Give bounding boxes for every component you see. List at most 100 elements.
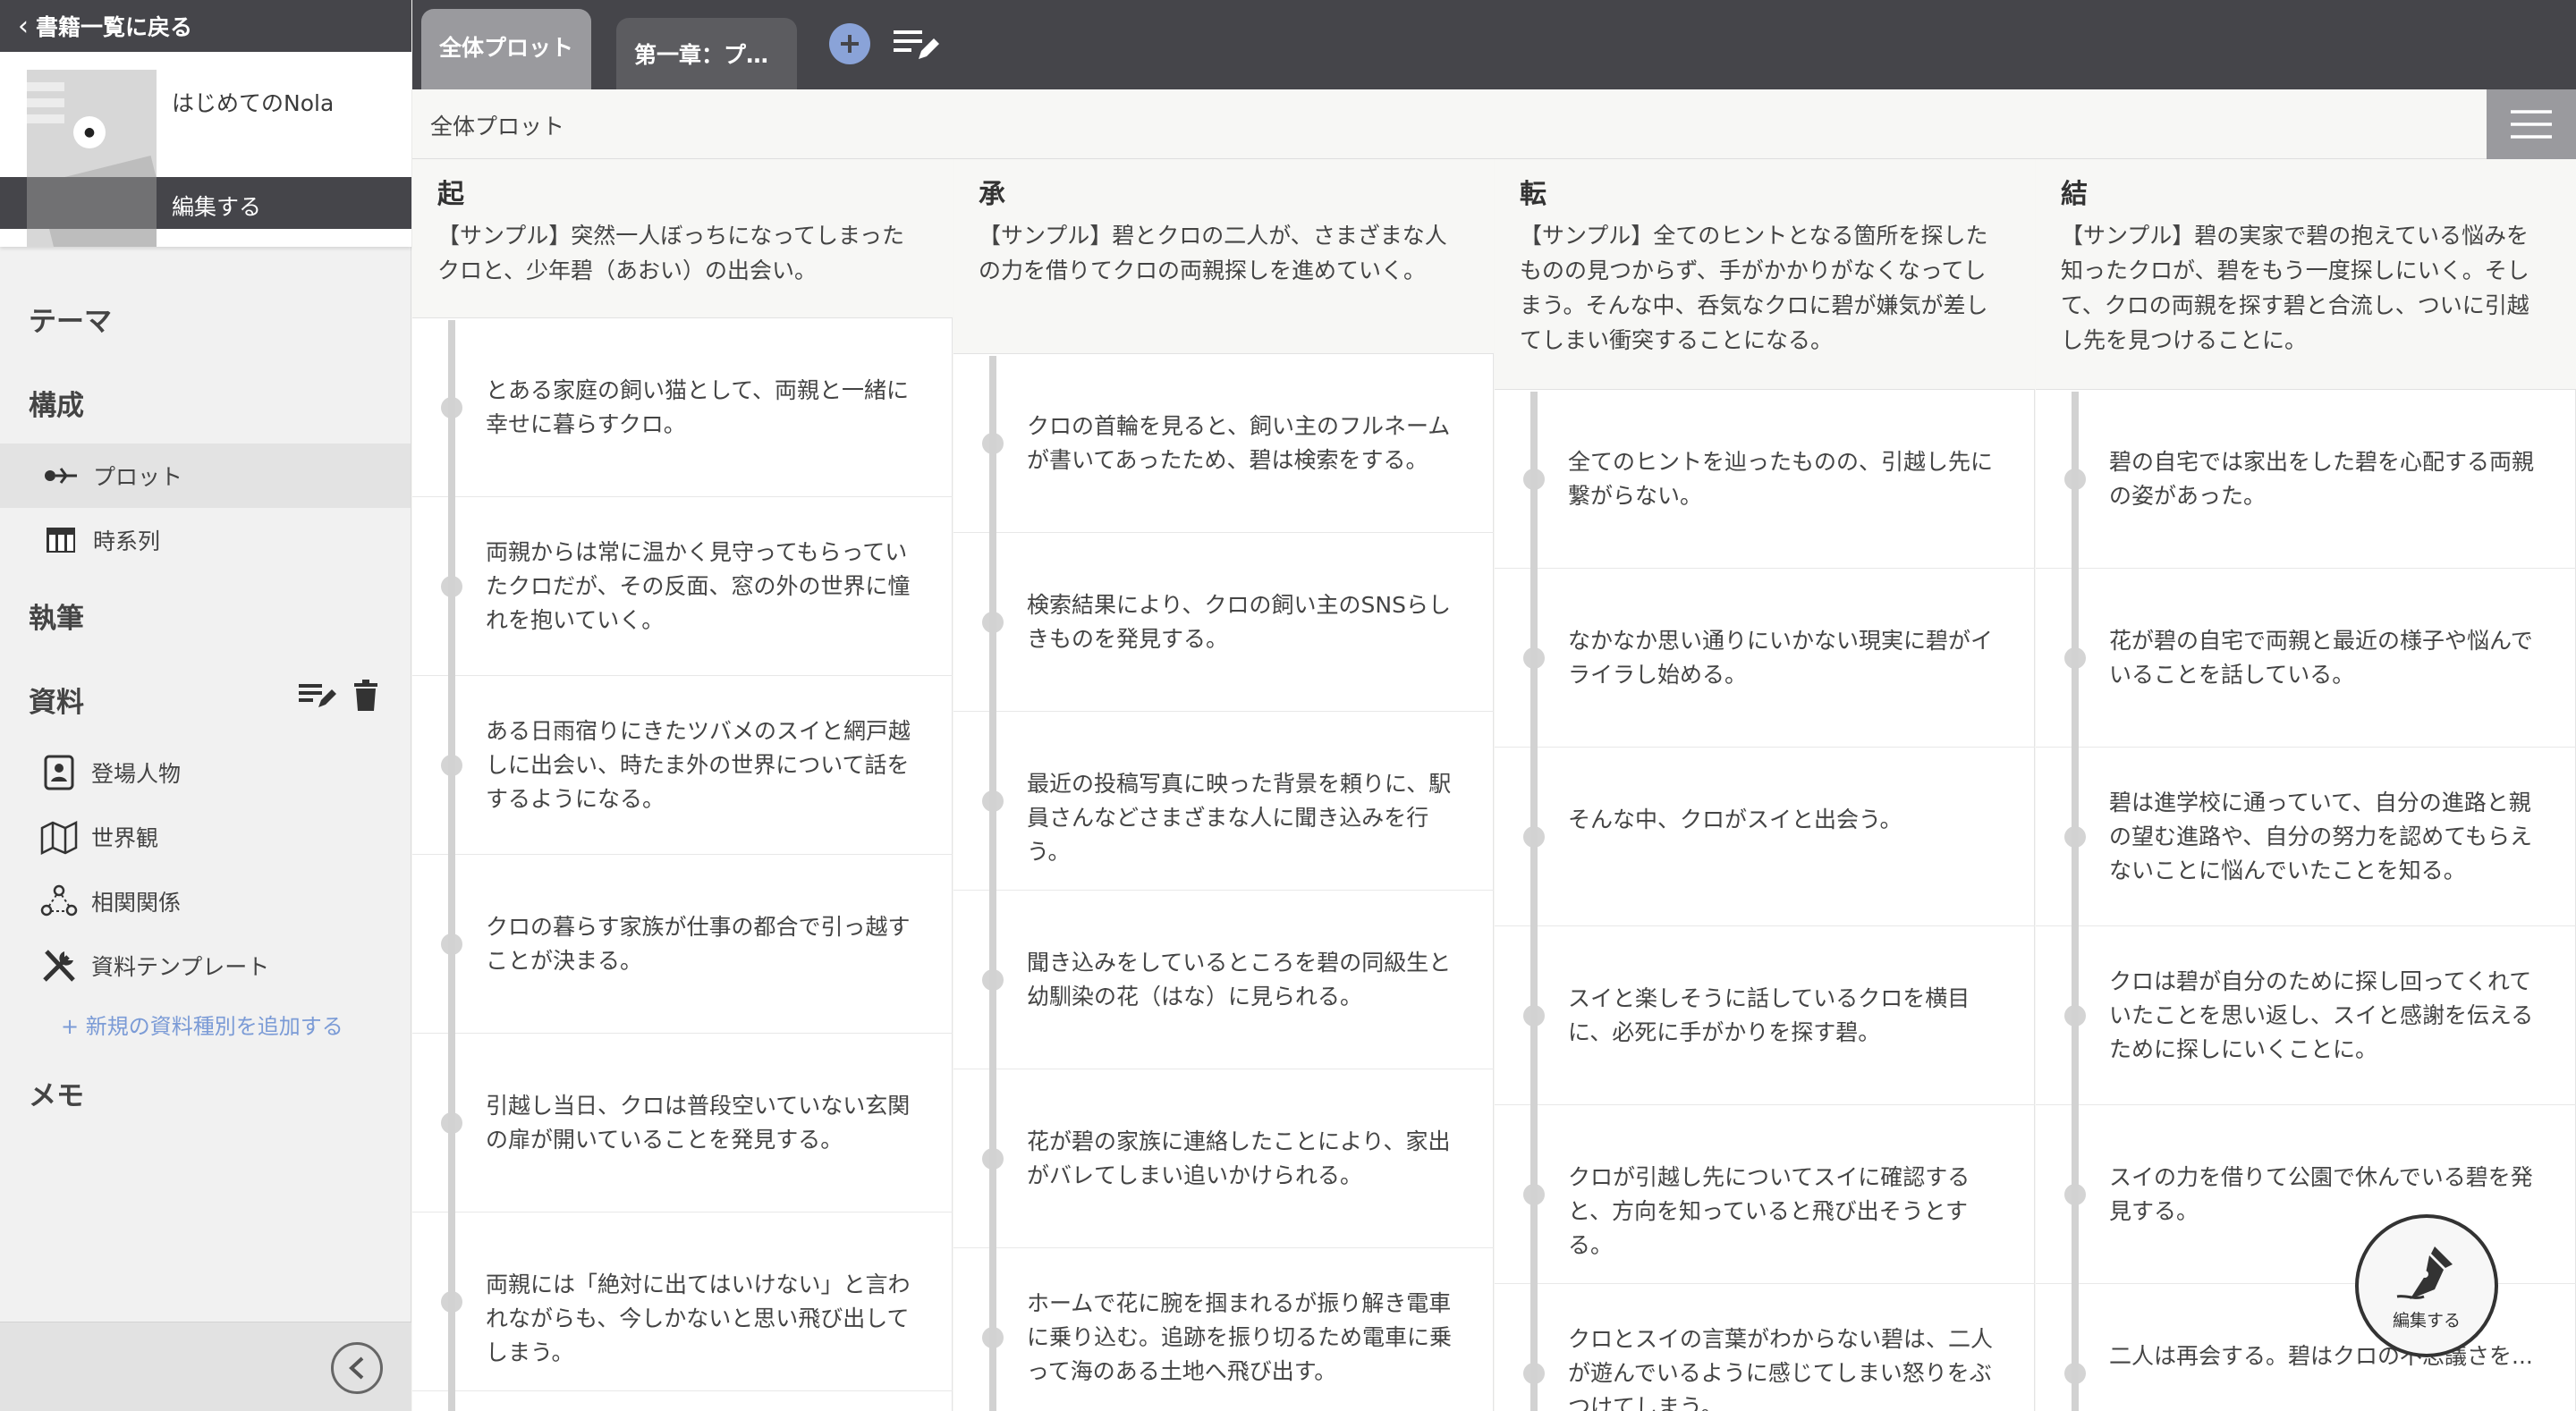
plot-card[interactable]: クロは碧が自分のために探し回ってくれていたことを思い返し、スイと感謝を伝えるため…	[2036, 926, 2576, 1105]
sidebar-item-timeline[interactable]: 時系列	[0, 508, 411, 572]
plot-card-text: 全てのヒントを辿ったものの、引越し先に繋がらない。	[1568, 449, 1994, 509]
section-theme[interactable]: テーマ	[29, 299, 112, 339]
plot-card-text: ある日雨宿りにきたツバメのスイと網戸越しに出会い、時たま外の世界について話をする…	[486, 718, 911, 812]
back-label: 書籍一覧に戻る	[36, 14, 193, 40]
plot-column-header[interactable]: 転【サンプル】全てのヒントとなる箇所を探したものの見つからず、手がかかりがなくな…	[1495, 159, 2035, 390]
edit-list-icon[interactable]	[297, 680, 336, 714]
column-summary: 【サンプル】突然一人ぼっちになってしまったクロと、少年碧（あおい）の出会い。	[437, 223, 905, 283]
plot-card[interactable]: とある家庭の飼い猫として、両親と一緒に幸せに暮らすクロ。	[412, 318, 953, 497]
plot-card[interactable]: 両親からは常に温かく見守ってもらっていたクロだが、その反面、窓の外の世界に憧れを…	[412, 497, 953, 676]
section-structure[interactable]: 構成	[29, 383, 84, 423]
plot-card-text: 碧は進学校に通っていて、自分の進路と親の望む進路や、自分の努力を認めてもらえない…	[2109, 790, 2533, 883]
floating-edit-button[interactable]: 編集する	[2355, 1214, 2498, 1357]
plot-card-text: 最近の投稿写真に映った背景を頼りに、駅員さんなどさまざまな人に聞き込みを行う。	[1027, 771, 1452, 865]
trash-icon[interactable]	[352, 680, 379, 715]
plot-card-text: 花が碧の自宅で両親と最近の様子や悩んでいることを話している。	[2109, 628, 2533, 688]
plot-tab-bar: 全体プロット 第一章：プロット	[412, 0, 2576, 89]
tab-label: 第一章：プロット	[634, 42, 784, 68]
sidebar-item-relationship[interactable]: 相関関係	[0, 869, 411, 934]
column-label: 承	[979, 179, 1005, 210]
plot-card-text: クロの暮らす家族が仕事の都合で引っ越すことが決まる。	[486, 914, 911, 974]
tab-overall-plot[interactable]: 全体プロット	[421, 9, 591, 89]
plot-column-header[interactable]: 結【サンプル】碧の実家で碧の抱えている悩みを知ったクロが、碧をもう一度探しにいく…	[2036, 159, 2576, 390]
plot-card[interactable]: 両親には「絶対に出てはいけない」と言われながらも、今しかないと思い飛び出してしま…	[412, 1212, 953, 1391]
character-icon	[38, 755, 80, 790]
sidebar-item-label: 資料テンプレート	[91, 954, 270, 980]
plot-column: 承【サンプル】碧とクロの二人が、さまざまな人の力を借りてクロの両親探しを進めてい…	[953, 159, 1494, 1411]
edit-tabs-button[interactable]	[892, 27, 940, 66]
plot-card[interactable]: スイと楽しそうに話しているクロを横目に、必死に手がかりを探す碧。	[1495, 926, 2035, 1105]
section-writing[interactable]: 執筆	[29, 596, 84, 636]
section-materials[interactable]: 資料	[29, 680, 84, 720]
plot-card-text: 両親には「絶対に出てはいけない」と言われながらも、今しかないと思い飛び出してしま…	[486, 1272, 911, 1365]
plot-card-text: クロとスイの言葉がわからない碧は、二人が遊んでいるように感じてしまい怒りをぶつけ…	[1568, 1326, 1994, 1411]
book-card[interactable]: ● はじめてのNola 編集する	[0, 52, 411, 247]
plot-icon	[39, 462, 82, 489]
sidebar: ‹ 書籍一覧に戻る ● はじめてのNola 編集する テーマ 構成 プロット 時…	[0, 0, 411, 1411]
book-edit-label: 編集する	[172, 194, 262, 220]
plot-column-header[interactable]: 承【サンプル】碧とクロの二人が、さまざまな人の力を借りてクロの両親探しを進めてい…	[953, 159, 1494, 354]
timeline-line	[989, 356, 996, 1411]
edit-list-icon	[894, 30, 939, 59]
cat-icon: ●	[73, 116, 106, 148]
plot-card-text: とある家庭の飼い猫として、両親と一緒に幸せに暮らすクロ。	[486, 377, 910, 437]
plot-card[interactable]: クロとスイの言葉がわからない碧は、二人が遊んでいるように感じてしまい怒りをぶつけ…	[1495, 1284, 2035, 1411]
plot-column: 転【サンプル】全てのヒントとなる箇所を探したものの見つからず、手がかかりがなくな…	[1495, 159, 2035, 1411]
plot-card[interactable]: 花が碧の自宅で両親と最近の様子や悩んでいることを話している。	[2036, 569, 2576, 748]
plot-board: 起【サンプル】突然一人ぼっちになってしまったクロと、少年碧（あおい）の出会い。と…	[412, 159, 2576, 1411]
tab-chapter-1-plot[interactable]: 第一章：プロット	[616, 18, 797, 89]
plot-title: 全体プロット	[430, 114, 565, 139]
plot-card[interactable]: 碧の自宅では家出をした碧を心配する両親の姿があった。	[2036, 390, 2576, 569]
sidebar-item-world[interactable]: 世界観	[0, 805, 411, 869]
plot-card[interactable]: 引越し当日、クロは普段空いていない玄関の扉が開いていることを発見する。	[412, 1034, 953, 1212]
plot-card[interactable]: 全てのヒントを辿ったものの、引越し先に繋がらない。	[1495, 390, 2035, 569]
sidebar-item-characters[interactable]: 登場人物	[0, 740, 411, 805]
plot-card[interactable]: クロの暮らす家族が仕事の都合で引っ越すことが決まる。	[412, 855, 953, 1034]
plot-card[interactable]: スイの力を借りて公園で休んでいる碧を発見する。	[2036, 1105, 2576, 1284]
plot-column-header[interactable]: 起【サンプル】突然一人ぼっちになってしまったクロと、少年碧（あおい）の出会い。	[412, 159, 953, 318]
plot-card-text: 両親からは常に温かく見守ってもらっていたクロだが、その反面、窓の外の世界に憧れを…	[486, 539, 911, 633]
plot-card[interactable]: クロが引越し先についてスイに確認すると、方向を知っていると飛び出そうとする。	[1495, 1105, 2035, 1284]
plot-card[interactable]: 花が碧の家族に連絡したことにより、家出がバレてしまい追いかけられる。	[953, 1069, 1494, 1248]
section-memo[interactable]: メモ	[29, 1073, 84, 1113]
plot-card-text: なかなか思い通りにいかない現実に碧がイライラし始める。	[1568, 628, 1994, 688]
back-to-books-link[interactable]: ‹ 書籍一覧に戻る	[0, 0, 411, 52]
plot-card-text: スイと楽しそうに話しているクロを横目に、必死に手がかりを探す碧。	[1568, 985, 1970, 1045]
plus-icon	[841, 35, 859, 53]
material-tools	[297, 680, 379, 715]
timeline-line	[1530, 392, 1538, 1411]
plot-card-text: 二人は再会する。碧はクロの不思議さを...	[2109, 1343, 2533, 1369]
plot-card[interactable]: クロの首輪を見ると、飼い主のフルネームが書いてあったため、碧は検索をする。	[953, 354, 1494, 533]
sidebar-item-label: 時系列	[93, 528, 161, 554]
chevron-left-icon: ‹	[18, 10, 29, 42]
collapse-sidebar-button[interactable]	[331, 1342, 383, 1394]
plot-card[interactable]: そんな中、クロがスイと出会う。	[1495, 748, 2035, 926]
plot-card-text: クロの首輪を見ると、飼い主のフルネームが書いてあったため、碧は検索をする。	[1027, 413, 1451, 473]
plot-column: 起【サンプル】突然一人ぼっちになってしまったクロと、少年碧（あおい）の出会い。と…	[412, 159, 953, 1411]
tools-icon	[38, 948, 80, 984]
column-label: 結	[2061, 179, 2088, 210]
sidebar-item-template[interactable]: 資料テンプレート	[0, 934, 411, 998]
plot-card[interactable]: ホームで花に腕を掴まれるが振り解き電車に乗り込む。追跡を振り切るため電車に乗って…	[953, 1248, 1494, 1411]
menu-button[interactable]	[2487, 89, 2576, 159]
sidebar-item-plot[interactable]: プロット	[0, 444, 411, 508]
relationship-icon	[38, 883, 80, 919]
add-plot-button[interactable]	[829, 23, 870, 64]
tab-label: 全体プロット	[439, 35, 574, 61]
plot-card-text: そんな中、クロがスイと出会う。	[1568, 807, 1902, 832]
plot-card-text: スイの力を借りて公園で休んでいる碧を発見する。	[2109, 1164, 2533, 1224]
plot-card[interactable]: ある日雨宿りにきたツバメのスイと網戸越しに出会い、時たま外の世界について話をする…	[412, 676, 953, 855]
column-summary: 【サンプル】碧とクロの二人が、さまざまな人の力を借りてクロの両親探しを進めていく…	[979, 223, 1447, 283]
plot-card[interactable]: なかなか思い通りにいかない現実に碧がイライラし始める。	[1495, 569, 2035, 748]
plot-card[interactable]: 検索結果により、クロの飼い主のSNSらしきものを発見する。	[953, 533, 1494, 712]
plot-card-text: 聞き込みをしているところを碧の同級生と幼馴染の花（はな）に見られる。	[1027, 950, 1452, 1010]
plot-card[interactable]: 聞き込みをしているところを碧の同級生と幼馴染の花（はな）に見られる。	[953, 891, 1494, 1069]
plot-card[interactable]: 碧は進学校に通っていて、自分の進路と親の望む進路や、自分の努力を認めてもらえない…	[2036, 748, 2576, 926]
plot-card-text: 引越し当日、クロは普段空いていない玄関の扉が開いていることを発見する。	[486, 1093, 911, 1153]
sidebar-item-label: 相関関係	[91, 890, 182, 916]
book-title: はじめてのNola	[172, 90, 335, 116]
add-material-type-link[interactable]: + 新規の資料種別を追加する	[61, 1009, 343, 1040]
chevron-left-icon	[349, 1356, 364, 1380]
plot-card[interactable]: 最近の投稿写真に映った背景を頼りに、駅員さんなどさまざまな人に聞き込みを行う。	[953, 712, 1494, 891]
sidebar-item-label: 登場人物	[91, 761, 182, 787]
